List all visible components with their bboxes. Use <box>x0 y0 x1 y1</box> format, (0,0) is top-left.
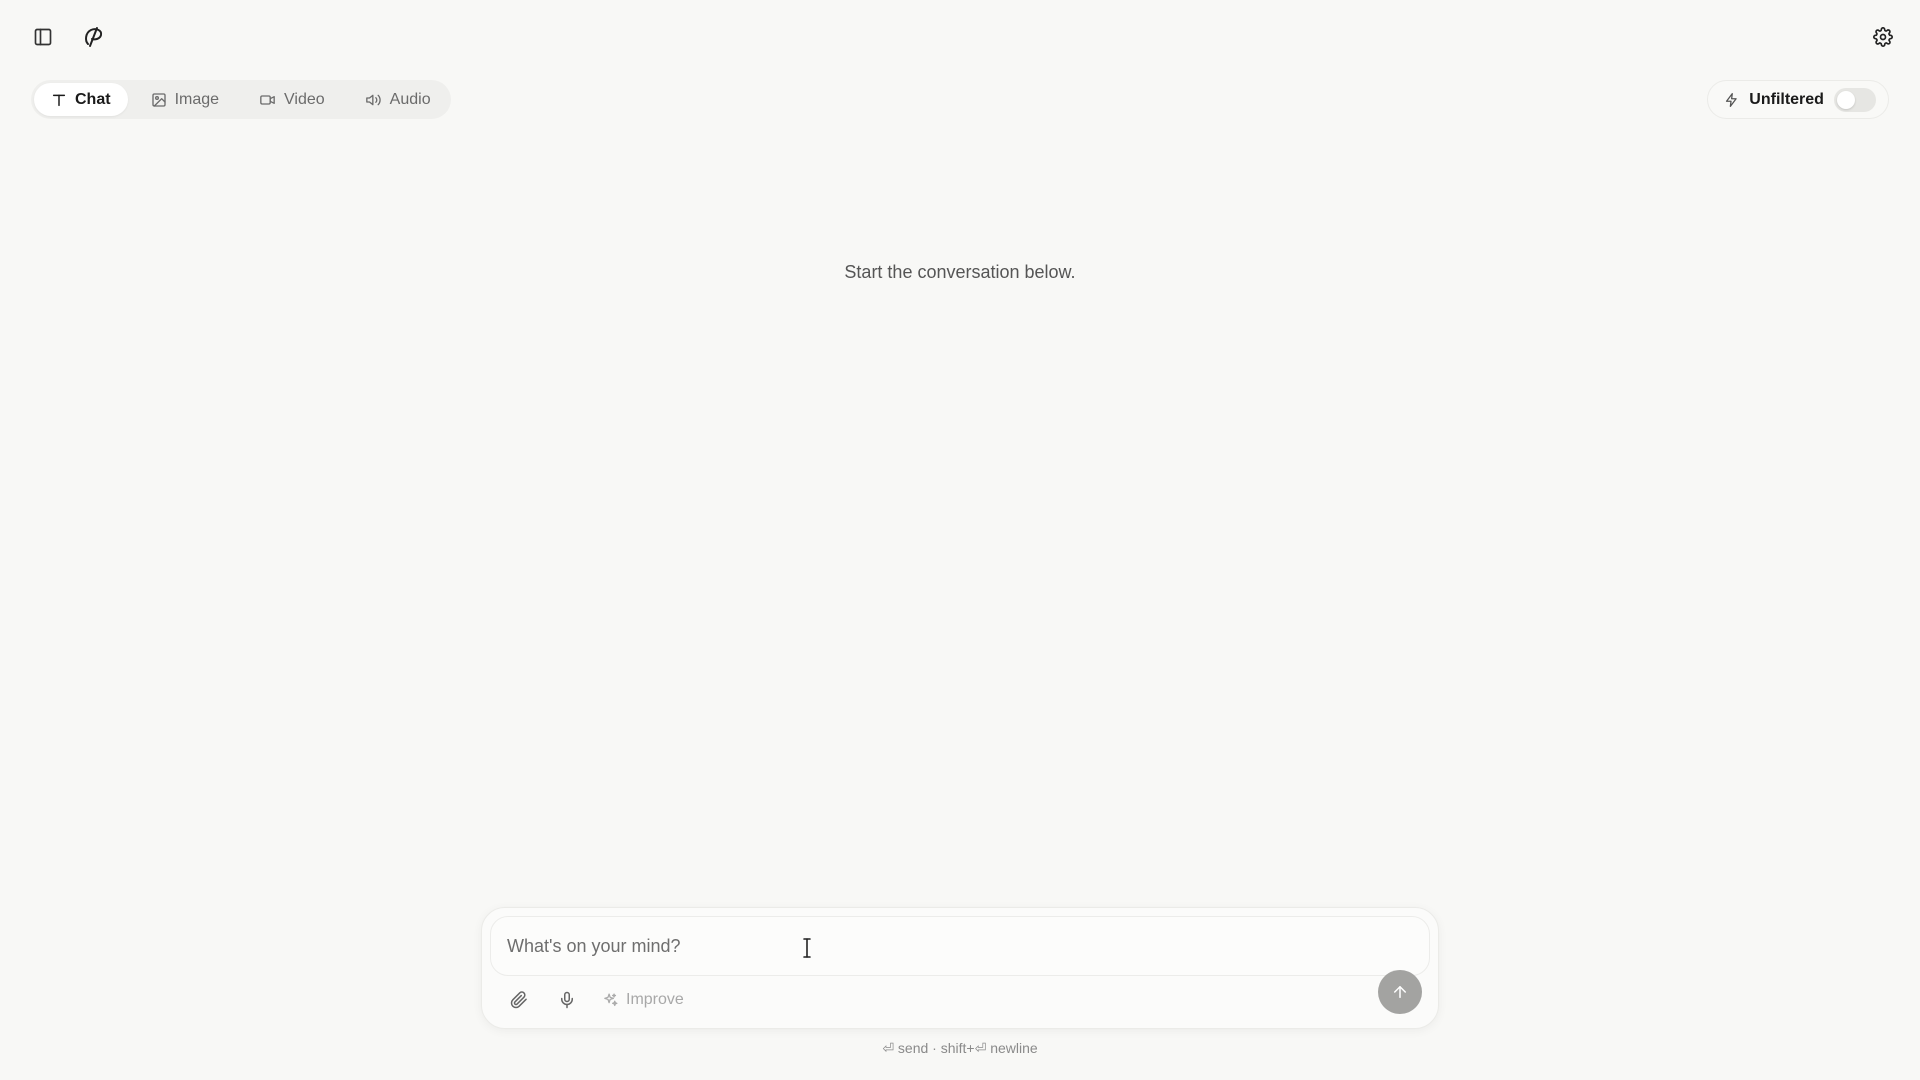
toggle-knob <box>1836 90 1855 109</box>
sidebar-panel-icon <box>34 28 52 46</box>
image-icon <box>151 92 166 107</box>
message-composer: Improve <box>481 907 1439 1029</box>
app-logo-button[interactable] <box>79 22 109 52</box>
gear-icon <box>1873 27 1893 47</box>
tab-label: Image <box>174 90 220 108</box>
microphone-icon <box>561 991 573 1009</box>
tab-label: Video <box>284 90 325 108</box>
tab-label: Chat <box>75 90 111 108</box>
settings-button[interactable] <box>1868 22 1898 52</box>
microphone-button[interactable] <box>554 986 580 1014</box>
tab-label: Audio <box>389 90 431 108</box>
video-camera-icon <box>260 94 275 105</box>
improve-button[interactable]: Improve <box>602 986 684 1014</box>
unfiltered-label: Unfiltered <box>1749 90 1824 108</box>
speaker-icon <box>365 94 381 105</box>
empty-state-message: Start the conversation below. <box>844 262 1076 282</box>
tab-image[interactable]: Image <box>134 83 236 116</box>
tab-video[interactable]: Video <box>242 83 342 116</box>
message-input[interactable] <box>490 916 1430 976</box>
sidebar-toggle-button[interactable] <box>28 22 58 52</box>
mode-tabs: Chat Image Video Audio <box>31 80 451 119</box>
sparkles-icon <box>604 992 618 1006</box>
unfiltered-toggle-container: Unfiltered <box>1707 80 1889 119</box>
attach-button[interactable] <box>506 986 532 1014</box>
arrow-up-icon <box>1394 986 1406 998</box>
composer-actions: Improve <box>506 986 684 1014</box>
improve-label: Improve <box>626 991 684 1008</box>
app-root: Chat Image Video Audio Unfiltered Start … <box>0 0 1920 1080</box>
keyboard-hint: ⏎ send · shift+⏎ newline <box>882 1040 1038 1056</box>
unfiltered-toggle[interactable] <box>1833 87 1876 112</box>
app-logo-icon <box>85 27 103 47</box>
tab-audio[interactable]: Audio <box>348 83 448 116</box>
text-t-icon <box>52 94 66 106</box>
lightning-icon <box>1725 92 1737 107</box>
paperclip-icon <box>510 991 527 1009</box>
text-cursor-indicator <box>803 938 811 958</box>
tab-chat[interactable]: Chat <box>34 83 128 116</box>
send-button[interactable] <box>1378 970 1422 1014</box>
